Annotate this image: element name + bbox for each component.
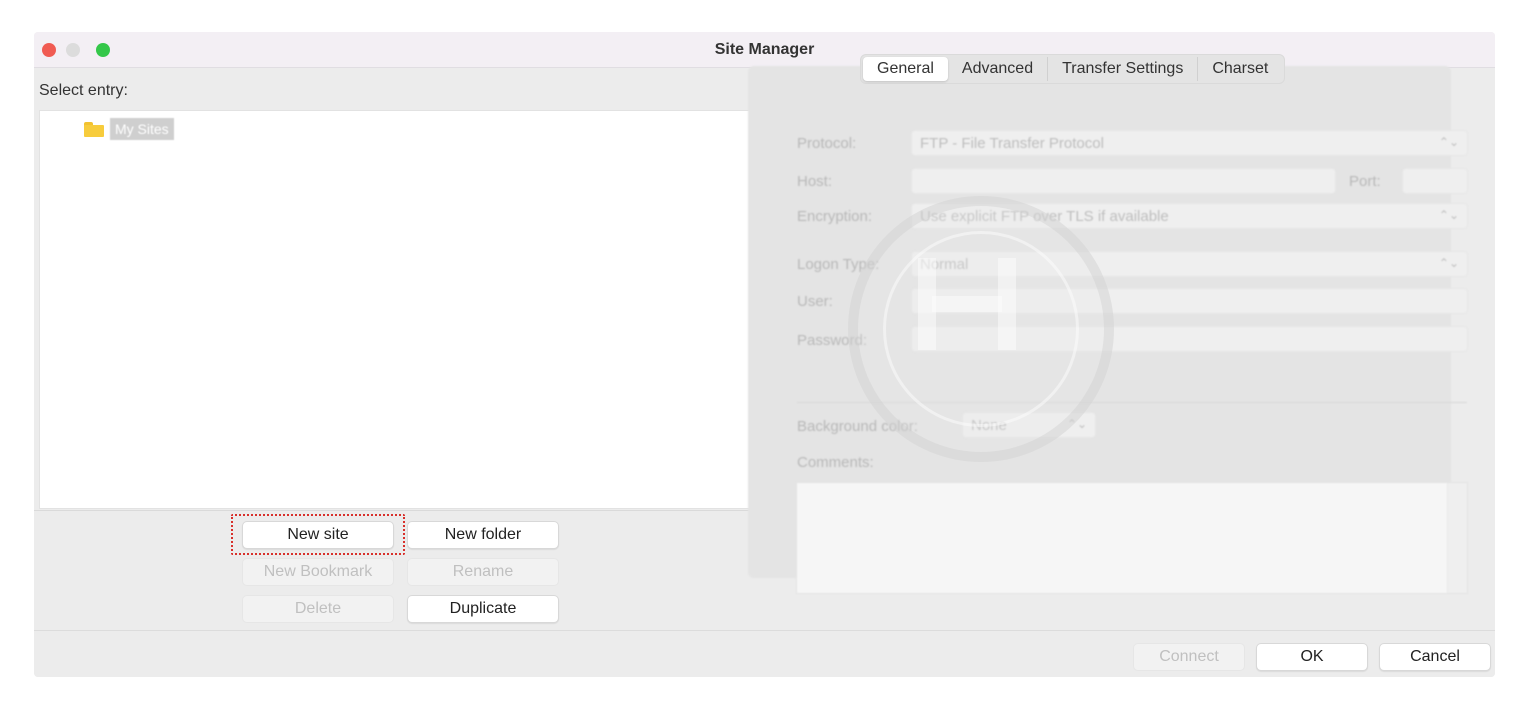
cancel-button[interactable]: Cancel (1379, 643, 1491, 671)
new-bookmark-button[interactable]: New Bookmark (242, 558, 394, 586)
host-input[interactable] (911, 168, 1336, 194)
user-label: User: (797, 293, 833, 310)
tab-charset[interactable]: Charset (1198, 57, 1282, 81)
duplicate-button[interactable]: Duplicate (407, 595, 559, 623)
comments-scrollbar[interactable] (1447, 483, 1467, 593)
new-folder-button[interactable]: New folder (407, 521, 559, 549)
port-label: Port: (1349, 173, 1381, 190)
protocol-select[interactable]: FTP - File Transfer Protocol ⌃⌄ (911, 130, 1468, 156)
protocol-label: Protocol: (797, 135, 857, 152)
comments-textarea[interactable] (796, 482, 1468, 594)
host-label: Host: (797, 173, 833, 190)
tab-advanced[interactable]: Advanced (948, 57, 1049, 81)
select-chevron-icon: ⌃⌄ (1438, 208, 1459, 222)
encryption-label: Encryption: (797, 208, 873, 225)
watermark-logo (848, 196, 1114, 462)
tree-item-my-sites[interactable]: My Sites (84, 118, 174, 140)
port-input[interactable] (1402, 168, 1468, 194)
connect-button[interactable]: Connect (1133, 643, 1245, 671)
folder-icon (84, 121, 104, 137)
settings-tabs: General Advanced Transfer Settings Chars… (860, 54, 1286, 84)
tab-transfer-settings[interactable]: Transfer Settings (1048, 57, 1199, 81)
ok-button[interactable]: OK (1256, 643, 1368, 671)
watermark-ring (883, 231, 1079, 427)
select-entry-label: Select entry: (39, 82, 128, 99)
select-chevron-icon: ⌃⌄ (1438, 256, 1459, 270)
rename-button[interactable]: Rename (407, 558, 559, 586)
delete-button[interactable]: Delete (242, 595, 394, 623)
watermark-letter-bar (932, 296, 1002, 312)
tree-item-label: My Sites (110, 118, 174, 140)
site-tree[interactable]: My Sites (39, 110, 763, 509)
watermark-letter-stroke (998, 258, 1016, 350)
tab-general[interactable]: General (863, 57, 948, 81)
comments-label: Comments: (797, 454, 874, 471)
new-site-button[interactable]: New site (242, 521, 394, 549)
select-chevron-icon: ⌃⌄ (1438, 135, 1459, 149)
